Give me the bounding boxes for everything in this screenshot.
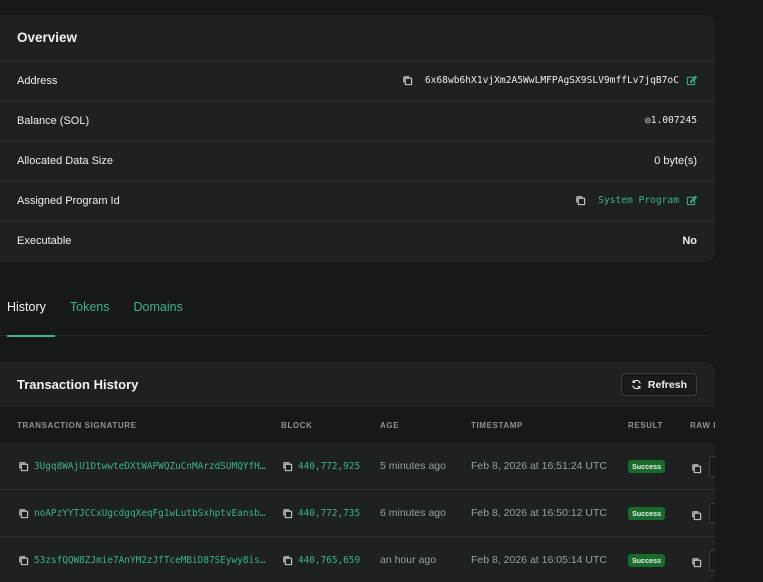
executable-value: No — [682, 235, 697, 247]
column-header-raw-data: RAW D — [690, 421, 715, 430]
overview-row-data-size: Allocated Data Size 0 byte(s) — [0, 141, 715, 181]
account-tabs: History Tokens Domains — [0, 288, 707, 337]
copy-icon[interactable] — [17, 460, 29, 472]
edit-icon[interactable] — [685, 75, 697, 87]
signature-link[interactable]: 3Ugq8WAjU1DtwwteDXtWAPWQZuCnMArzdSUMQYfH… — [34, 461, 265, 472]
block-link[interactable]: 440,765,659 — [298, 555, 360, 566]
age-cell: an hour ago — [380, 554, 437, 566]
raw-data-button[interactable] — [709, 503, 715, 524]
overview-row-address: Address 6x68wb6hX1vjXm2A5WwLMFPAgSX9SLV9… — [0, 61, 715, 101]
table-header: TRANSACTION SIGNATURE BLOCK AGE TIMESTAM… — [0, 407, 715, 443]
status-badge: Success — [628, 507, 666, 520]
copy-icon[interactable] — [690, 510, 702, 522]
address-value[interactable]: 6x68wb6hX1vjXm2A5WwLMFPAgSX9SLV9mffLv7jq… — [425, 75, 679, 86]
balance-value: ◎1.007245 — [645, 115, 697, 126]
overview-title: Overview — [0, 15, 715, 61]
column-header-timestamp: TIMESTAMP — [471, 421, 523, 430]
column-header-signature: TRANSACTION SIGNATURE — [17, 421, 137, 430]
copy-icon[interactable] — [574, 195, 586, 207]
program-id-label: Assigned Program Id — [17, 194, 120, 207]
transaction-history-card: Transaction History Refresh TRANSACTION … — [0, 362, 715, 582]
address-label: Address — [17, 74, 58, 87]
program-id-value-group: System Program — [574, 195, 697, 207]
copy-icon[interactable] — [17, 507, 29, 519]
copy-icon[interactable] — [281, 554, 293, 566]
data-size-value: 0 byte(s) — [654, 154, 697, 167]
status-badge: Success — [628, 460, 666, 473]
transaction-history-header: Transaction History Refresh — [0, 362, 715, 407]
table-row: noAPzYYTJCCxUgcdgqXeqFg1wLutbSxhptvEansb… — [0, 490, 715, 537]
signature-link[interactable]: 53zsfQQW8ZJmie7AnYM2zJfTceMBiD87SEywy8is… — [34, 555, 265, 566]
signature-link[interactable]: noAPzYYTJCCxUgcdgqXeqFg1wLutbSxhptvEansb… — [34, 508, 265, 519]
edit-icon[interactable] — [685, 195, 697, 207]
data-size-label: Allocated Data Size — [17, 154, 113, 167]
age-cell: 5 minutes ago — [380, 460, 446, 472]
timestamp-cell: Feb 8, 2026 at 16:51:24 UTC — [471, 460, 608, 472]
copy-icon[interactable] — [402, 75, 414, 87]
copy-icon[interactable] — [690, 463, 702, 475]
block-link[interactable]: 440,772,735 — [298, 508, 360, 519]
overview-row-balance: Balance (SOL) ◎1.007245 — [0, 101, 715, 141]
balance-label: Balance (SOL) — [17, 114, 90, 127]
copy-icon[interactable] — [690, 557, 702, 569]
timestamp-cell: Feb 8, 2026 at 16:05:14 UTC — [471, 554, 608, 566]
tab-tokens[interactable]: Tokens — [63, 288, 117, 336]
raw-data-button[interactable] — [709, 456, 715, 477]
column-header-result: RESULT — [628, 421, 664, 430]
table-row: 53zsfQQW8ZJmie7AnYM2zJfTceMBiD87SEywy8is… — [0, 537, 715, 582]
column-header-age: AGE — [380, 421, 400, 430]
block-link[interactable]: 440,772,925 — [298, 461, 360, 472]
timestamp-cell: Feb 8, 2026 at 16:50:12 UTC — [471, 507, 608, 519]
age-cell: 6 minutes ago — [380, 507, 446, 519]
copy-icon[interactable] — [17, 554, 29, 566]
refresh-button[interactable]: Refresh — [620, 373, 697, 396]
copy-icon[interactable] — [281, 460, 293, 472]
transaction-history-title: Transaction History — [17, 377, 139, 392]
overview-row-executable: Executable No — [0, 221, 715, 261]
status-badge: Success — [628, 554, 666, 567]
overview-row-program-id: Assigned Program Id System Program — [0, 181, 715, 221]
overview-card: Overview Address 6x68wb6hX1vjXm2A5WwLMFP… — [0, 15, 715, 262]
address-value-group: 6x68wb6hX1vjXm2A5WwLMFPAgSX9SLV9mffLv7jq… — [402, 75, 697, 87]
table-row: 3Ugq8WAjU1DtwwteDXtWAPWQZuCnMArzdSUMQYfH… — [0, 443, 715, 490]
program-id-link[interactable]: System Program — [598, 195, 679, 206]
executable-label: Executable — [17, 235, 72, 247]
tab-history[interactable]: History — [0, 288, 55, 337]
refresh-label: Refresh — [647, 378, 687, 391]
column-header-block: BLOCK — [281, 421, 313, 430]
raw-data-button[interactable] — [709, 550, 715, 571]
copy-icon[interactable] — [281, 507, 293, 519]
tab-domains[interactable]: Domains — [127, 288, 190, 336]
refresh-icon — [631, 379, 643, 391]
